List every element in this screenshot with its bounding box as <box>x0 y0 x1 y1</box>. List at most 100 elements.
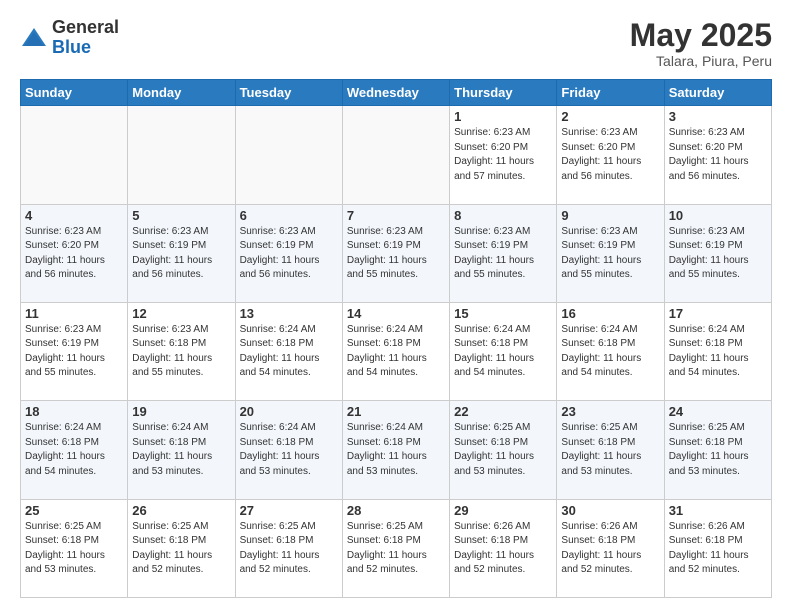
header-saturday: Saturday <box>664 80 771 106</box>
day-number: 15 <box>454 306 552 321</box>
day-number: 11 <box>25 306 123 321</box>
day-number: 10 <box>669 208 767 223</box>
day-info: Sunrise: 6:24 AM Sunset: 6:18 PM Dayligh… <box>561 323 659 381</box>
calendar-cell <box>21 106 128 204</box>
day-number: 19 <box>132 404 230 419</box>
calendar-cell: 26 Sunrise: 6:25 AM Sunset: 6:18 PM Dayli… <box>128 499 235 597</box>
calendar-week-row-1: 4Sunrise: 6:23 AM Sunset: 6:20 PM Daylig… <box>21 204 772 302</box>
day-number: 23 <box>561 404 659 419</box>
day-number: 13 <box>240 306 338 321</box>
day-number: 17 <box>669 306 767 321</box>
header-thursday: Thursday <box>450 80 557 106</box>
calendar-cell: 7Sunrise: 6:23 AM Sunset: 6:19 PM Daylig… <box>342 204 449 302</box>
day-number: 12 <box>132 306 230 321</box>
day-number: 24 <box>669 404 767 419</box>
day-info: Sunrise: 6:25 AM Sunset: 6:18 PM Dayligh… <box>454 421 552 479</box>
calendar-cell: 30 Sunrise: 6:26 AM Sunset: 6:18 PM Dayli… <box>557 499 664 597</box>
calendar-cell: 19Sunrise: 6:24 AM Sunset: 6:18 PM Dayli… <box>128 401 235 499</box>
calendar-cell: 17 Sunrise: 6:24 AM Sunset: 6:18 PM Dayli… <box>664 302 771 400</box>
day-number: 16 <box>561 306 659 321</box>
calendar-cell: 5Sunrise: 6:23 AM Sunset: 6:19 PM Daylig… <box>128 204 235 302</box>
day-info: Sunrise: 6:25 AM Sunset: 6:18 PM Dayligh… <box>240 520 338 578</box>
day-number: 28 <box>347 503 445 518</box>
day-number: 22 <box>454 404 552 419</box>
calendar-cell: 24 Sunrise: 6:25 AM Sunset: 6:18 PM Dayli… <box>664 401 771 499</box>
day-info: Sunrise: 6:24 AM Sunset: 6:18 PM Dayligh… <box>347 421 445 479</box>
day-number: 26 <box>132 503 230 518</box>
day-info: Sunrise: 6:25 AM Sunset: 6:18 PM Dayligh… <box>561 421 659 479</box>
calendar-cell: 21 Sunrise: 6:24 AM Sunset: 6:18 PM Dayli… <box>342 401 449 499</box>
header-friday: Friday <box>557 80 664 106</box>
title-block: May 2025 Talara, Piura, Peru <box>630 18 772 69</box>
logo-icon <box>20 24 48 52</box>
calendar-cell <box>235 106 342 204</box>
day-number: 4 <box>25 208 123 223</box>
logo-text: General Blue <box>52 18 119 58</box>
logo-general: General <box>52 17 119 37</box>
header-wednesday: Wednesday <box>342 80 449 106</box>
day-number: 25 <box>25 503 123 518</box>
day-number: 3 <box>669 109 767 124</box>
calendar-week-row-2: 11 Sunrise: 6:23 AM Sunset: 6:19 PM Dayli… <box>21 302 772 400</box>
day-number: 29 <box>454 503 552 518</box>
calendar-cell: 22 Sunrise: 6:25 AM Sunset: 6:18 PM Dayli… <box>450 401 557 499</box>
calendar-cell: 23 Sunrise: 6:25 AM Sunset: 6:18 PM Dayli… <box>557 401 664 499</box>
calendar-cell <box>342 106 449 204</box>
day-number: 6 <box>240 208 338 223</box>
calendar-cell: 18Sunrise: 6:24 AM Sunset: 6:18 PM Dayli… <box>21 401 128 499</box>
header-tuesday: Tuesday <box>235 80 342 106</box>
day-info: Sunrise: 6:24 AM Sunset: 6:18 PM Dayligh… <box>347 323 445 381</box>
header-monday: Monday <box>128 80 235 106</box>
day-info: Sunrise: 6:25 AM Sunset: 6:18 PM Dayligh… <box>669 421 767 479</box>
calendar-week-row-4: 25 Sunrise: 6:25 AM Sunset: 6:18 PM Dayli… <box>21 499 772 597</box>
calendar-cell: 20Sunrise: 6:24 AM Sunset: 6:18 PM Dayli… <box>235 401 342 499</box>
day-info: Sunrise: 6:25 AM Sunset: 6:18 PM Dayligh… <box>25 520 123 578</box>
calendar-cell: 1Sunrise: 6:23 AM Sunset: 6:20 PM Daylig… <box>450 106 557 204</box>
calendar-week-row-3: 18 Sunrise: 6:24 AM Sunset: 6:18 PM Dayli… <box>21 401 772 499</box>
calendar-cell: 10 Sunrise: 6:23 AM Sunset: 6:19 PM Dayli… <box>664 204 771 302</box>
day-info: Sunrise: 6:23 AM Sunset: 6:19 PM Dayligh… <box>669 225 767 283</box>
day-header-row: Sunday Monday Tuesday Wednesday Thursday… <box>21 80 772 106</box>
calendar-table: Sunday Monday Tuesday Wednesday Thursday… <box>20 79 772 598</box>
day-number: 7 <box>347 208 445 223</box>
page: General Blue May 2025 Talara, Piura, Per… <box>0 0 792 612</box>
calendar-cell: 15 Sunrise: 6:24 AM Sunset: 6:18 PM Dayli… <box>450 302 557 400</box>
day-number: 18 <box>25 404 123 419</box>
calendar-cell: 8Sunrise: 6:23 AM Sunset: 6:19 PM Daylig… <box>450 204 557 302</box>
calendar-cell: 25 Sunrise: 6:25 AM Sunset: 6:18 PM Dayli… <box>21 499 128 597</box>
day-number: 21 <box>347 404 445 419</box>
day-info: Sunrise: 6:23 AM Sunset: 6:20 PM Dayligh… <box>561 126 659 184</box>
calendar-cell <box>128 106 235 204</box>
day-number: 2 <box>561 109 659 124</box>
day-info: Sunrise: 6:24 AM Sunset: 6:18 PM Dayligh… <box>454 323 552 381</box>
month-title: May 2025 <box>630 18 772 53</box>
day-info: Sunrise: 6:26 AM Sunset: 6:18 PM Dayligh… <box>561 520 659 578</box>
day-info: Sunrise: 6:25 AM Sunset: 6:18 PM Dayligh… <box>347 520 445 578</box>
calendar-cell: 12Sunrise: 6:23 AM Sunset: 6:18 PM Dayli… <box>128 302 235 400</box>
day-info: Sunrise: 6:24 AM Sunset: 6:18 PM Dayligh… <box>240 323 338 381</box>
calendar-week-row-0: 1 Sunrise: 6:23 AM Sunset: 6:20 PM Daylig… <box>21 106 772 204</box>
day-number: 14 <box>347 306 445 321</box>
day-number: 5 <box>132 208 230 223</box>
calendar-cell: 16 Sunrise: 6:24 AM Sunset: 6:18 PM Dayli… <box>557 302 664 400</box>
calendar-cell: 4Sunrise: 6:23 AM Sunset: 6:20 PM Daylig… <box>21 204 128 302</box>
day-info: Sunrise: 6:25 AM Sunset: 6:18 PM Dayligh… <box>132 520 230 578</box>
calendar-cell: 9Sunrise: 6:23 AM Sunset: 6:19 PM Daylig… <box>557 204 664 302</box>
calendar-cell: 29Sunrise: 6:26 AM Sunset: 6:18 PM Dayli… <box>450 499 557 597</box>
header: General Blue May 2025 Talara, Piura, Per… <box>20 18 772 69</box>
day-number: 1 <box>454 109 552 124</box>
day-info: Sunrise: 6:23 AM Sunset: 6:19 PM Dayligh… <box>25 323 123 381</box>
calendar-cell: 2 Sunrise: 6:23 AM Sunset: 6:20 PM Daylig… <box>557 106 664 204</box>
day-info: Sunrise: 6:24 AM Sunset: 6:18 PM Dayligh… <box>669 323 767 381</box>
calendar-cell: 27Sunrise: 6:25 AM Sunset: 6:18 PM Dayli… <box>235 499 342 597</box>
logo-blue: Blue <box>52 37 91 57</box>
day-info: Sunrise: 6:23 AM Sunset: 6:19 PM Dayligh… <box>561 225 659 283</box>
day-number: 31 <box>669 503 767 518</box>
day-info: Sunrise: 6:23 AM Sunset: 6:20 PM Dayligh… <box>669 126 767 184</box>
day-number: 30 <box>561 503 659 518</box>
calendar-cell: 28 Sunrise: 6:25 AM Sunset: 6:18 PM Dayli… <box>342 499 449 597</box>
calendar-cell: 13 Sunrise: 6:24 AM Sunset: 6:18 PM Dayli… <box>235 302 342 400</box>
header-sunday: Sunday <box>21 80 128 106</box>
calendar-cell: 3 Sunrise: 6:23 AM Sunset: 6:20 PM Daylig… <box>664 106 771 204</box>
calendar-cell: 14 Sunrise: 6:24 AM Sunset: 6:18 PM Dayli… <box>342 302 449 400</box>
